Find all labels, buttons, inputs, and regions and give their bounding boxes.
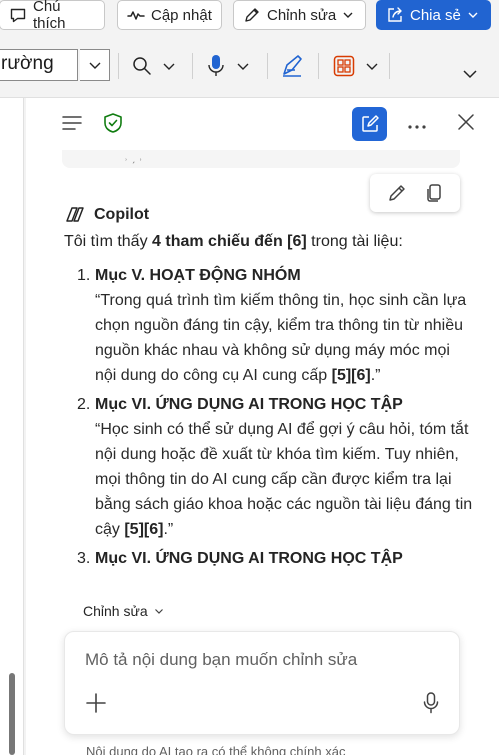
item-end: .” [163,521,174,538]
catchup-label: Cập nhật [151,6,212,24]
compose-icon [361,115,379,132]
more-options-button[interactable] [407,118,427,136]
comment-icon [10,8,26,23]
copilot-logo-icon [66,207,84,222]
chevron-down-icon [463,70,477,79]
ai-disclaimer: Nội dung do AI tạo ra có thể không chính… [86,744,346,755]
edit-mode-dropdown[interactable]: Chỉnh sửa [83,603,164,619]
chevron-down-icon [366,63,378,70]
search-icon [133,57,151,75]
intro-suffix: trong tài liệu: [306,233,403,250]
composer-input[interactable]: Mô tả nội dung bạn muốn chỉnh sửa [85,650,357,670]
designer-grid-icon [333,55,355,77]
catchup-button[interactable]: Cập nhật [117,0,222,30]
item-end: .” [370,367,381,384]
citation-link[interactable]: [5][6] [332,367,371,384]
divider [267,53,268,79]
reference-list: 1. Mục V. HOẠT ĐỘNG NHÓM “Trong quá trìn… [64,263,474,571]
response-intro: Tôi tìm thấy 4 tham chiếu đến [6] trong … [64,231,474,253]
dictate-button[interactable] [206,52,250,80]
microphone-icon [423,692,439,714]
copilot-header [26,98,499,150]
divider [118,53,119,79]
pencil-icon [245,8,259,22]
document-scrollbar[interactable] [9,673,15,755]
comment-button[interactable]: Chú thích [0,0,105,32]
top-action-bar: Chú thích Cập nhật Chỉnh sửa Chia sẻ [0,0,499,34]
close-pane-button[interactable] [456,112,476,137]
item-number: 3. [77,550,91,567]
copilot-pane: ˒ ˏ ˒ Copilot Tôi tìm thấy 4 tham chiếu … [26,98,499,755]
chevron-down-icon [154,609,163,614]
chevron-down-icon [89,62,100,69]
previous-message-bubble: ˒ ˏ ˒ [62,150,460,168]
editor-button[interactable] [280,52,304,80]
voice-input-button[interactable] [421,692,441,719]
divider [389,53,390,79]
ribbon: rường [0,34,499,98]
designer-button[interactable] [333,52,379,80]
document-canvas-edge [0,98,24,755]
share-icon [388,7,402,22]
copy-icon[interactable] [423,182,445,204]
item-section[interactable]: Mục V. HOẠT ĐỘNG NHÓM [95,263,474,288]
list-item: 3. Mục VI. ỨNG DỤNG AI TRONG HỌC TẬP [64,546,474,571]
chevron-down-icon [163,63,175,70]
intro-bold: 4 tham chiếu đến [6] [152,233,307,250]
item-section[interactable]: Mục VI. ỨNG DỤNG AI TRONG HỌC TẬP [95,546,474,571]
add-attachment-button[interactable] [85,692,107,719]
citation-link[interactable]: [5][6] [124,521,163,538]
divider [318,53,319,79]
truncated-text: ˒ ˏ ˒ [124,150,143,164]
list-item: 1. Mục V. HOẠT ĐỘNG NHÓM “Trong quá trìn… [64,263,474,388]
ellipsis-icon [408,125,426,129]
new-chat-button[interactable] [352,107,387,141]
chevron-down-icon [343,12,353,18]
styles-dropdown-button[interactable] [80,49,110,81]
copilot-response: Copilot Tôi tìm thấy 4 tham chiếu đến [6… [64,203,474,593]
editing-mode-button[interactable]: Chỉnh sửa [233,0,366,30]
editing-mode-label: Chỉnh sửa [267,6,337,24]
editor-pen-icon [283,55,302,77]
response-author: Copilot [64,203,474,227]
composer: Mô tả nội dung bạn muốn chỉnh sửa [64,631,460,735]
chevron-down-icon [468,12,478,18]
microphone-icon [208,55,224,76]
divider [192,53,193,79]
ribbon-expand-button[interactable] [462,60,478,88]
menu-button[interactable] [61,112,83,139]
close-icon [458,114,474,130]
item-number: 1. [77,267,91,284]
intro-prefix: Tôi tìm thấy [64,233,153,250]
plus-icon [86,693,106,713]
protected-indicator[interactable] [102,112,124,139]
shield-check-icon [104,113,122,133]
styles-combobox[interactable]: rường [0,49,78,81]
pulse-icon [127,11,145,20]
comment-label: Chú thích [33,0,66,32]
find-button[interactable] [132,52,176,80]
share-label: Chia sẻ [410,6,461,24]
item-section[interactable]: Mục VI. ỨNG DỤNG AI TRONG HỌC TẬP [95,392,474,417]
pencil-icon[interactable] [386,182,408,204]
hamburger-icon [62,116,82,130]
share-button[interactable]: Chia sẻ [376,0,491,30]
author-name: Copilot [94,206,150,223]
item-number: 2. [77,396,91,413]
chevron-down-icon [237,63,249,70]
item-quote: “Trong quá trình tìm kiếm thông tin, học… [95,292,467,384]
list-item: 2. Mục VI. ỨNG DỤNG AI TRONG HỌC TẬP “Họ… [64,392,474,542]
edit-mode-label: Chỉnh sửa [83,603,148,619]
